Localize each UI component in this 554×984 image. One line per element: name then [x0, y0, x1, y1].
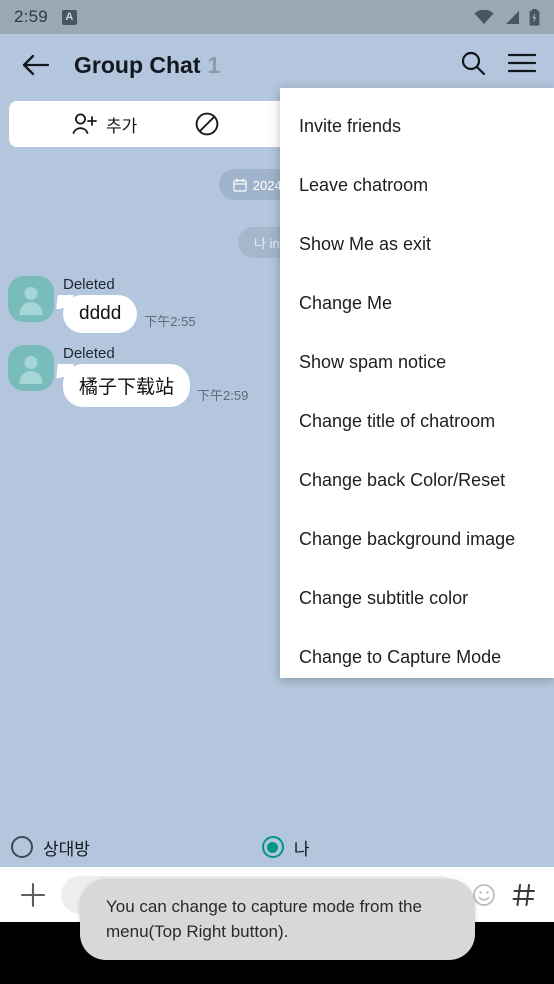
message-column: Deleted dddd 下午2:55	[63, 276, 196, 333]
toast-notification: You can change to capture mode from the …	[80, 879, 475, 961]
message-text: dddd	[79, 303, 122, 324]
block-button[interactable]	[194, 111, 220, 137]
calendar-icon	[233, 177, 247, 192]
avatar[interactable]	[8, 276, 54, 322]
menu-item-change-subtitle-color[interactable]: Change subtitle color	[280, 569, 554, 628]
emoji-smiley-icon	[473, 883, 495, 906]
sender-selector-row: 상대방 나	[0, 827, 554, 867]
member-count: 1	[207, 51, 221, 78]
message-bubble[interactable]: dddd	[63, 295, 138, 333]
menu-item-change-back-color-reset[interactable]: Change back Color/Reset	[280, 451, 554, 510]
menu-item-show-spam-notice[interactable]: Show spam notice	[280, 333, 554, 392]
back-button[interactable]	[18, 48, 52, 82]
radio-option-me[interactable]: 나	[261, 835, 310, 860]
message-column: Deleted 橘子下载站 下午2:59	[63, 345, 248, 407]
message-bubble-line: dddd 下午2:55	[63, 295, 196, 333]
menu-item-show-me-as-exit[interactable]: Show Me as exit	[280, 215, 554, 274]
message-timestamp: 下午2:55	[144, 314, 196, 329]
app-bar: Group Chat 1	[0, 34, 554, 96]
menu-item-change-background-image[interactable]: Change background image	[280, 510, 554, 569]
radio-option-other[interactable]: 상대방	[11, 835, 90, 860]
status-bar-system-icons	[474, 8, 540, 26]
avatar[interactable]	[8, 345, 54, 391]
person-add-icon	[72, 113, 97, 134]
menu-item-leave-chatroom[interactable]: Leave chatroom	[280, 156, 554, 215]
message-sender: Deleted	[63, 345, 115, 362]
overflow-menu-panel: Invite friends Leave chatroom Show Me as…	[280, 88, 554, 678]
plus-icon	[20, 882, 46, 907]
status-bar: 2:59 A	[0, 0, 554, 34]
menu-item-change-to-capture-mode[interactable]: Change to Capture Mode	[280, 628, 554, 687]
message-sender: Deleted	[63, 276, 115, 293]
avatar-body-shape	[19, 302, 43, 315]
avatar-head-shape	[24, 356, 38, 369]
avatar-head-shape	[24, 287, 38, 300]
page-title: Group Chat 1	[74, 52, 220, 79]
hash-icon	[512, 883, 535, 906]
status-bar-clock: 2:59	[14, 7, 48, 26]
app-notification-icon: A	[61, 9, 77, 25]
menu-item-invite-friends[interactable]: Invite friends	[280, 97, 554, 156]
hamburger-menu-icon	[507, 53, 537, 72]
battery-charging-icon	[529, 8, 540, 26]
phone-screen: 2:59 A Group Chat 1 추가 나 invite Deleted …	[0, 0, 554, 984]
radio-other-indicator	[11, 836, 33, 858]
arrow-back-icon	[22, 54, 49, 76]
radio-other-label: 상대방	[43, 839, 90, 859]
add-member-label: 추가	[106, 116, 138, 136]
block-icon	[195, 112, 219, 136]
radio-me-indicator	[261, 836, 284, 858]
menu-item-change-me[interactable]: Change Me	[280, 274, 554, 333]
add-member-control[interactable]: 추가	[72, 112, 137, 137]
radio-me-dot	[267, 841, 279, 853]
status-bar-notification-icons: A	[61, 9, 77, 25]
search-button[interactable]	[460, 50, 486, 81]
attachment-add-button[interactable]	[15, 877, 51, 913]
overflow-menu-button[interactable]	[507, 52, 537, 79]
message-bubble-line: 橘子下载站 下午2:59	[63, 364, 248, 407]
message-bubble[interactable]: 橘子下载站	[63, 364, 191, 407]
app-bar-actions	[460, 50, 537, 81]
message-timestamp: 下午2:59	[197, 388, 249, 403]
signal-icon	[506, 10, 519, 24]
search-icon	[461, 51, 486, 75]
wifi-icon	[474, 9, 494, 24]
menu-item-change-title-of-chatroom[interactable]: Change title of chatroom	[280, 392, 554, 451]
avatar-body-shape	[19, 371, 43, 384]
message-text: 橘子下载站	[79, 377, 175, 398]
hashtag-button[interactable]	[509, 880, 539, 910]
toast-message: You can change to capture mode from the …	[106, 897, 422, 941]
page-title-text: Group Chat	[74, 51, 201, 78]
radio-me-label: 나	[293, 839, 310, 859]
